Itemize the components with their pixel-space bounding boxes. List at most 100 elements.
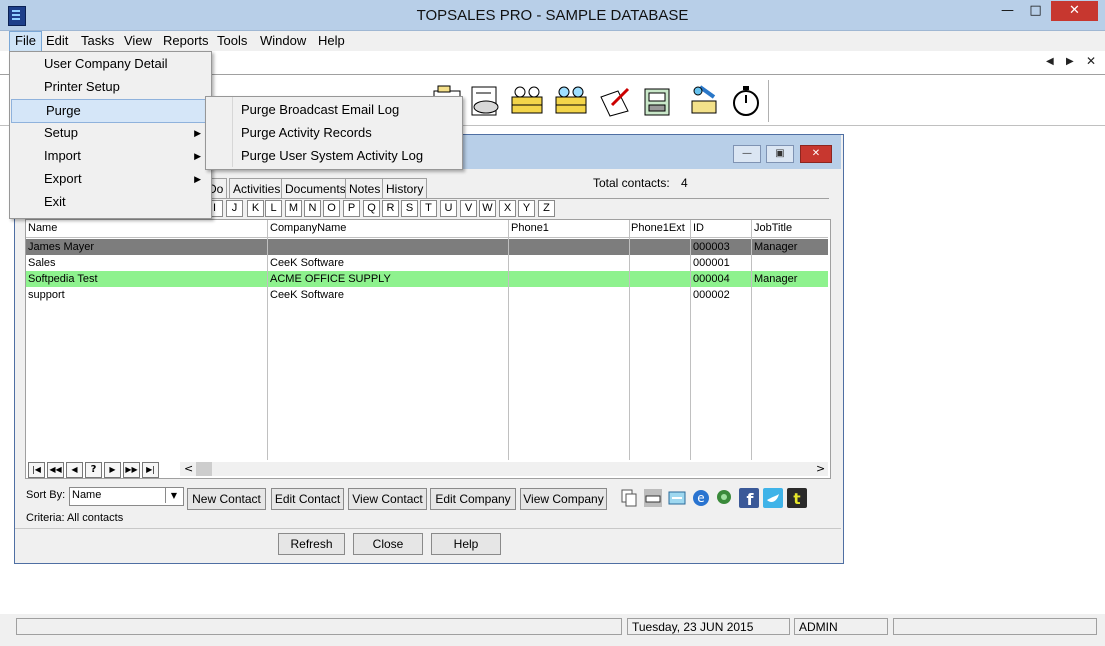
svg-text:t: t bbox=[793, 490, 800, 508]
letter-button-y[interactable]: Y bbox=[518, 200, 535, 217]
nav-help-button[interactable]: ? bbox=[85, 462, 102, 478]
nav-prev-button[interactable]: ◀ bbox=[66, 462, 83, 478]
menu-window[interactable]: Window bbox=[255, 31, 311, 51]
print-icon[interactable] bbox=[643, 488, 663, 508]
nav-first-button[interactable]: |◀ bbox=[28, 462, 45, 478]
import-item[interactable]: Import ▶ bbox=[10, 145, 209, 167]
export-item[interactable]: Export ▶ bbox=[10, 168, 209, 190]
letter-button-v[interactable]: V bbox=[460, 200, 477, 217]
horizontal-scrollbar[interactable] bbox=[180, 462, 828, 476]
tab-documents[interactable]: Documents bbox=[281, 178, 350, 199]
column-header-name[interactable]: Name bbox=[28, 222, 57, 234]
letter-button-o[interactable]: O bbox=[323, 200, 340, 217]
prev-window-icon[interactable]: ◀ bbox=[1046, 56, 1054, 67]
contacts-group-icon[interactable] bbox=[510, 83, 544, 119]
letter-button-x[interactable]: X bbox=[499, 200, 516, 217]
letter-button-j[interactable]: J bbox=[226, 200, 243, 217]
letter-button-k[interactable]: K bbox=[247, 200, 264, 217]
nav-next-button[interactable]: ▶ bbox=[104, 462, 121, 478]
letter-button-n[interactable]: N bbox=[304, 200, 321, 217]
submenu-arrow-icon: ▶ bbox=[194, 174, 201, 184]
setup-item[interactable]: Setup ▶ bbox=[10, 122, 209, 144]
exit-item[interactable]: Exit bbox=[10, 191, 209, 213]
contact-card-icon[interactable] bbox=[667, 488, 687, 508]
table-cell: support bbox=[28, 289, 65, 301]
web-search-icon[interactable] bbox=[715, 488, 735, 508]
maximize-button[interactable]: □ bbox=[1022, 1, 1049, 21]
copy-icon[interactable] bbox=[619, 488, 639, 508]
tab-history[interactable]: History bbox=[382, 178, 428, 199]
purge-broadcast-email-log-item[interactable]: Purge Broadcast Email Log bbox=[206, 99, 460, 121]
letter-button-w[interactable]: W bbox=[479, 200, 496, 217]
letter-button-r[interactable]: R bbox=[382, 200, 399, 217]
menu-edit[interactable]: Edit bbox=[41, 31, 73, 51]
table-cell: 000002 bbox=[693, 289, 730, 301]
view-company-button[interactable]: View Company bbox=[520, 488, 607, 510]
column-header-phone1[interactable]: Phone1 bbox=[511, 222, 549, 234]
close-window-button[interactable]: ✕ bbox=[1051, 1, 1098, 21]
close-mdi-icon[interactable]: ✕ bbox=[1086, 54, 1096, 68]
nav-prev-page-button[interactable]: ◀◀ bbox=[47, 462, 64, 478]
new-contact-button[interactable]: New Contact bbox=[187, 488, 266, 510]
child-restore-button[interactable]: ▣ bbox=[766, 145, 794, 163]
letter-button-t[interactable]: T bbox=[420, 200, 437, 217]
help-button[interactable]: Help bbox=[431, 533, 501, 555]
user-company-detail-item[interactable]: User Company Detail bbox=[10, 53, 209, 75]
letter-button-l[interactable]: L bbox=[265, 200, 282, 217]
edit-contact-button[interactable]: Edit Contact bbox=[271, 488, 344, 510]
tumblr-icon[interactable]: t bbox=[787, 488, 807, 508]
bottom-divider bbox=[15, 528, 841, 529]
letter-button-q[interactable]: Q bbox=[363, 200, 380, 217]
email-icon[interactable] bbox=[686, 83, 720, 119]
scroll-right-icon[interactable]: > bbox=[816, 462, 825, 475]
fax-icon[interactable] bbox=[641, 83, 675, 119]
internet-explorer-icon[interactable]: e bbox=[691, 488, 711, 508]
child-close-button[interactable]: ✕ bbox=[800, 145, 832, 163]
column-header-jobtitle[interactable]: JobTitle bbox=[754, 222, 792, 234]
menu-view[interactable]: View bbox=[119, 31, 157, 51]
menu-reports[interactable]: Reports bbox=[158, 31, 214, 51]
menu-tools[interactable]: Tools bbox=[212, 31, 252, 51]
table-cell: CeeK Software bbox=[270, 257, 344, 269]
facebook-icon[interactable]: f bbox=[739, 488, 759, 508]
purge-item[interactable]: Purge bbox=[11, 99, 209, 123]
purge-activity-records-item[interactable]: Purge Activity Records bbox=[206, 122, 460, 144]
twitter-icon[interactable] bbox=[763, 488, 783, 508]
letter-button-s[interactable]: S bbox=[401, 200, 418, 217]
scroll-left-icon[interactable]: < bbox=[184, 462, 193, 475]
stopwatch-icon[interactable] bbox=[729, 83, 763, 119]
chevron-down-icon[interactable]: ▼ bbox=[165, 488, 182, 503]
nav-next-page-button[interactable]: ▶▶ bbox=[123, 462, 140, 478]
child-minimize-button[interactable]: — bbox=[733, 145, 761, 163]
edit-company-button[interactable]: Edit Company bbox=[430, 488, 516, 510]
column-header-phone1ext[interactable]: Phone1Ext bbox=[631, 222, 685, 234]
column-divider bbox=[751, 220, 752, 460]
letter-button-u[interactable]: U bbox=[440, 200, 457, 217]
column-header-company[interactable]: CompanyName bbox=[270, 222, 346, 234]
refresh-button[interactable]: Refresh bbox=[278, 533, 345, 555]
menu-tasks[interactable]: Tasks bbox=[76, 31, 119, 51]
phone-log-icon[interactable] bbox=[469, 83, 503, 119]
status-date: Tuesday, 23 JUN 2015 bbox=[627, 618, 790, 635]
submenu-arrow-icon: ▶ bbox=[194, 128, 201, 138]
next-window-icon[interactable]: ▶ bbox=[1066, 56, 1074, 67]
view-contact-button[interactable]: View Contact bbox=[348, 488, 427, 510]
letter-button-m[interactable]: M bbox=[285, 200, 302, 217]
nav-last-button[interactable]: ▶| bbox=[142, 462, 159, 478]
companies-group-icon[interactable] bbox=[554, 83, 588, 119]
purge-user-system-activity-log-item[interactable]: Purge User System Activity Log bbox=[206, 145, 460, 167]
tab-activities[interactable]: Activities bbox=[229, 178, 285, 199]
scroll-thumb[interactable] bbox=[196, 462, 212, 476]
sort-by-label: Sort By: bbox=[26, 489, 66, 501]
letter-button-z[interactable]: Z bbox=[538, 200, 555, 217]
header-divider bbox=[26, 237, 828, 238]
menu-file[interactable]: File bbox=[9, 31, 42, 53]
close-button[interactable]: Close bbox=[353, 533, 423, 555]
column-header-id[interactable]: ID bbox=[693, 222, 704, 234]
printer-setup-item[interactable]: Printer Setup bbox=[10, 76, 209, 98]
letter-button-p[interactable]: P bbox=[343, 200, 360, 217]
menu-help[interactable]: Help bbox=[313, 31, 350, 51]
tab-notes[interactable]: Notes bbox=[345, 178, 385, 199]
minimize-button[interactable]: — bbox=[994, 1, 1021, 21]
write-letter-icon[interactable] bbox=[598, 83, 632, 119]
